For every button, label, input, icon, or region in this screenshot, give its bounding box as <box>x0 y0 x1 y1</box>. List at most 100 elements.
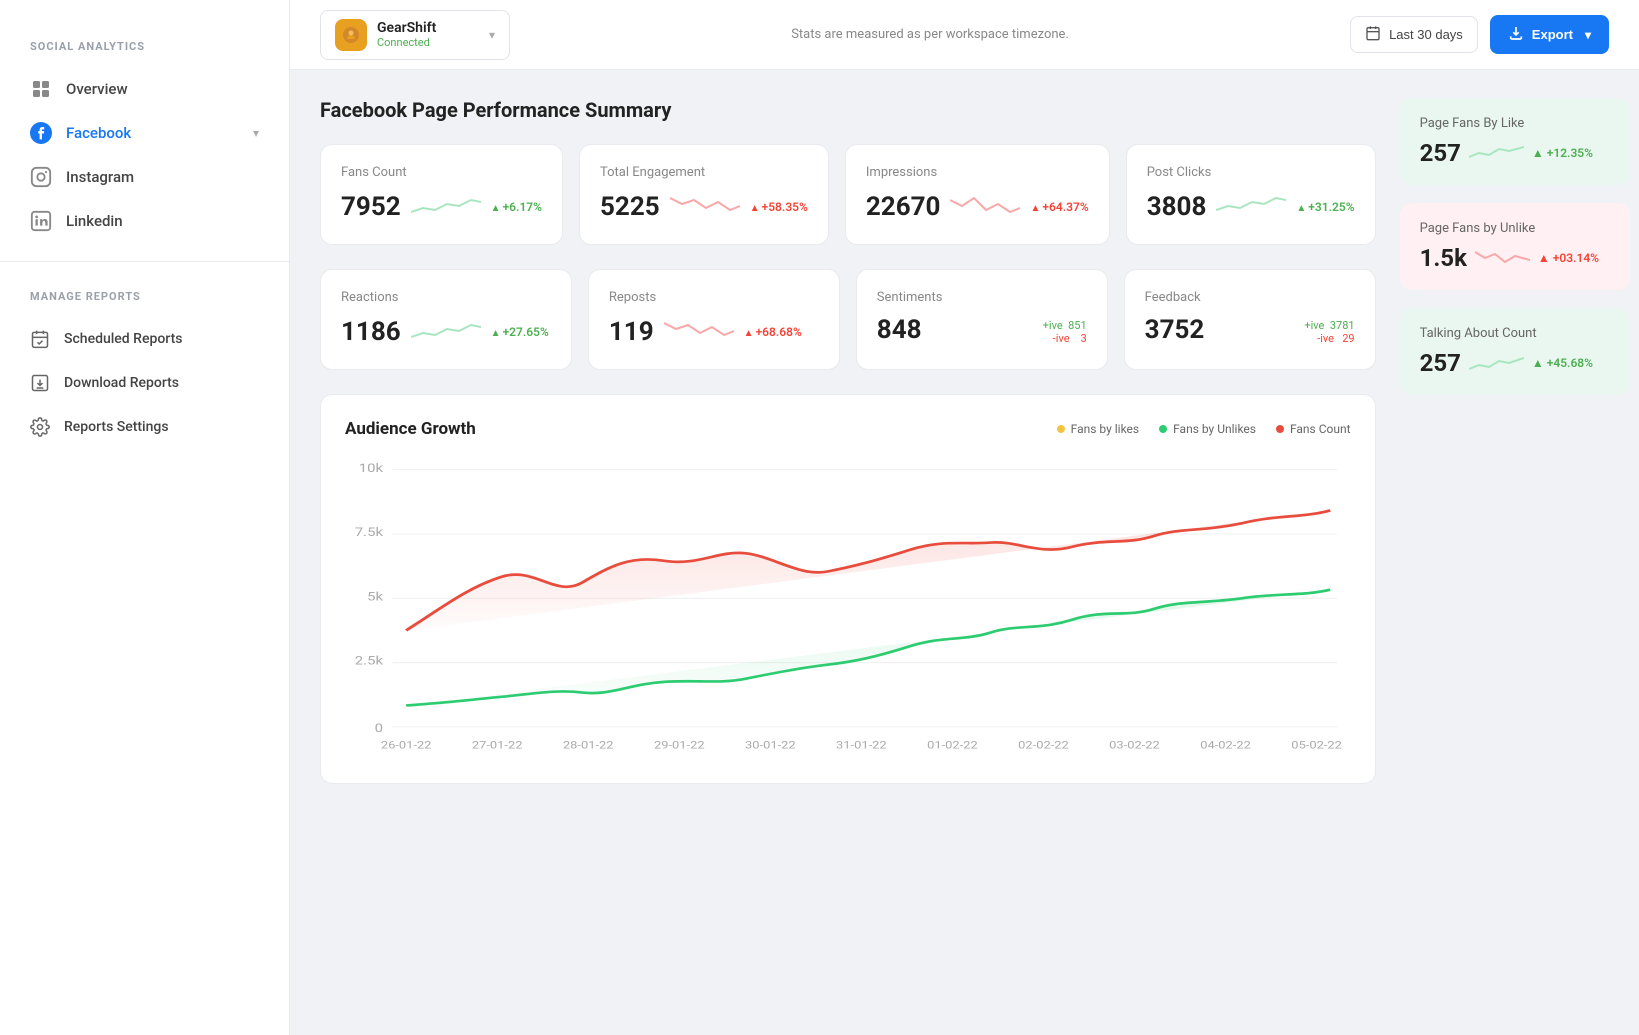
reposts-sparkline <box>664 315 734 349</box>
feedback-extra: +ive 3781 -ive 29 <box>1304 319 1354 345</box>
side-metric-card-page-fans-by-unlike: Page Fans by Unlike 1.5k ▲ +03.14% <box>1400 203 1630 290</box>
legend-fans-by-likes: Fans by likes <box>1057 422 1139 436</box>
post-clicks-change: ▲+31.25% <box>1296 200 1354 214</box>
sidebar-item-download-reports[interactable]: Download Reports <box>0 361 289 405</box>
total-engagement-value: 5225 <box>600 192 660 222</box>
feedback-label: Feedback <box>1145 290 1355 305</box>
workspace-selector[interactable]: GearShift Connected ▾ <box>320 10 510 60</box>
reactions-row: 1186 ▲+27.65% <box>341 315 551 349</box>
legend-fans-count-label: Fans Count <box>1290 422 1351 436</box>
page-fans-by-unlike-value: 1.5k <box>1420 244 1467 272</box>
talking-about-count-sparkline <box>1469 349 1524 377</box>
header: GearShift Connected ▾ Stats are measured… <box>290 0 1639 70</box>
download-reports-icon <box>30 373 50 393</box>
reactions-value: 1186 <box>341 317 401 347</box>
total-engagement-row: 5225 ▲+58.35% <box>600 190 808 224</box>
svg-text:29-01-22: 29-01-22 <box>654 739 705 751</box>
workspace-name: GearShift <box>377 20 479 36</box>
chart-svg: 10k 7.5k 5k 2.5k 0 <box>345 459 1351 759</box>
metric-card-feedback: Feedback 3752 +ive 3781 -ive 29 <box>1124 269 1376 370</box>
grid-icon <box>30 78 52 100</box>
date-range-button[interactable]: Last 30 days <box>1350 16 1478 53</box>
page-fans-by-like-label: Page Fans By Like <box>1420 116 1610 131</box>
sidebar-item-overview[interactable]: Overview <box>0 67 289 111</box>
sidebar-item-reports-settings[interactable]: Reports Settings <box>0 405 289 449</box>
fans-count-sparkline <box>411 190 481 224</box>
sidebar-manage-label: MANAGE REPORTS <box>0 290 289 303</box>
impressions-label: Impressions <box>866 165 1089 180</box>
sidebar-social-analytics-label: SOCIAL ANALYTICS <box>0 40 289 53</box>
metric-card-total-engagement: Total Engagement 5225 ▲+58.35% <box>579 144 829 245</box>
metric-card-impressions: Impressions 22670 ▲+64.37% <box>845 144 1110 245</box>
sidebar-divider <box>0 261 289 262</box>
svg-text:0: 0 <box>375 723 383 736</box>
feedback-value: 3752 <box>1145 315 1205 345</box>
page-fans-by-like-change: ▲ +12.35% <box>1532 146 1593 160</box>
scheduled-reports-icon <box>30 329 50 349</box>
workspace-avatar <box>335 19 367 51</box>
download-reports-label: Download Reports <box>64 375 179 391</box>
legend-fans-by-unlikes: Fans by Unlikes <box>1159 422 1256 436</box>
export-label: Export <box>1532 27 1573 42</box>
scheduled-reports-label: Scheduled Reports <box>64 331 182 347</box>
content-sidebar: Page Fans By Like 257 ▲ +12.35% Page Fan… <box>1400 98 1630 1007</box>
sentiments-extra: +ive 851 -ive 3 <box>1043 319 1087 345</box>
header-actions: Last 30 days Export ▾ <box>1350 15 1609 54</box>
fans-count-value: 7952 <box>341 192 401 222</box>
reposts-label: Reposts <box>609 290 819 305</box>
metrics-grid-1: Fans Count 7952 ▲+6.17% <box>320 144 1376 245</box>
legend-fans-count-dot <box>1276 425 1284 433</box>
workspace-status: Connected <box>377 36 479 49</box>
impressions-sparkline <box>950 190 1020 224</box>
svg-text:2.5k: 2.5k <box>355 655 383 668</box>
fans-count-label: Fans Count <box>341 165 542 180</box>
legend-fans-count: Fans Count <box>1276 422 1351 436</box>
facebook-icon <box>30 122 52 144</box>
metric-card-post-clicks: Post Clicks 3808 ▲+31.25% <box>1126 144 1376 245</box>
svg-text:28-01-22: 28-01-22 <box>563 739 614 751</box>
date-range-label: Last 30 days <box>1389 27 1463 42</box>
content-area: Facebook Page Performance Summary Fans C… <box>290 70 1639 1035</box>
chart-title: Audience Growth <box>345 419 476 439</box>
legend-fans-unlikes-dot <box>1159 425 1167 433</box>
page-fans-by-like-row: 257 ▲ +12.35% <box>1420 139 1610 167</box>
talking-about-count-change: ▲ +45.68% <box>1532 356 1593 370</box>
svg-text:04-02-22: 04-02-22 <box>1200 739 1251 751</box>
svg-text:31-01-22: 31-01-22 <box>836 739 887 751</box>
metric-card-reposts: Reposts 119 ▲+68.68% <box>588 269 840 370</box>
legend-fans-unlikes-label: Fans by Unlikes <box>1173 422 1256 436</box>
svg-text:7.5k: 7.5k <box>355 527 383 540</box>
feedback-row: 3752 +ive 3781 -ive 29 <box>1145 315 1355 345</box>
workspace-info: GearShift Connected <box>377 20 479 49</box>
export-button[interactable]: Export ▾ <box>1490 15 1609 54</box>
facebook-chevron-icon: ▾ <box>253 126 259 140</box>
sidebar-linkedin-label: Linkedin <box>66 212 123 230</box>
sidebar-item-facebook[interactable]: Facebook ▾ <box>0 111 289 155</box>
sidebar-item-instagram[interactable]: Instagram <box>0 155 289 199</box>
talking-about-count-row: 257 ▲ +45.68% <box>1420 349 1610 377</box>
sidebar-facebook-label: Facebook <box>66 124 131 142</box>
metric-card-sentiments: Sentiments 848 +ive 851 -ive 3 <box>856 269 1108 370</box>
workspace-chevron-icon: ▾ <box>489 28 495 42</box>
reactions-sparkline <box>411 315 481 349</box>
fans-count-change: ▲+6.17% <box>491 200 542 214</box>
side-metric-card-talking-about-count: Talking About Count 257 ▲ +45.68% <box>1400 308 1630 395</box>
sentiments-value: 848 <box>877 315 922 345</box>
svg-text:10k: 10k <box>359 462 384 475</box>
fans-count-row: 7952 ▲+6.17% <box>341 190 542 224</box>
legend-fans-likes-label: Fans by likes <box>1071 422 1139 436</box>
svg-text:02-02-22: 02-02-22 <box>1018 739 1069 751</box>
sidebar-item-scheduled-reports[interactable]: Scheduled Reports <box>0 317 289 361</box>
svg-text:26-01-22: 26-01-22 <box>381 739 432 751</box>
header-timezone-text: Stats are measured as per workspace time… <box>530 27 1330 42</box>
chart-header: Audience Growth Fans by likes Fans by Un… <box>345 419 1351 439</box>
page-fans-by-like-sparkline <box>1469 139 1524 167</box>
side-metric-card-page-fans-by-like: Page Fans By Like 257 ▲ +12.35% <box>1400 98 1630 185</box>
page-fans-by-unlike-change: ▲ +03.14% <box>1538 251 1599 265</box>
instagram-icon <box>30 166 52 188</box>
sidebar-item-linkedin[interactable]: Linkedin <box>0 199 289 243</box>
chart-legend: Fans by likes Fans by Unlikes Fans Count <box>1057 422 1351 436</box>
metrics-grid-2: Reactions 1186 ▲+27.65% <box>320 269 1376 370</box>
total-engagement-change: ▲+58.35% <box>750 200 808 214</box>
svg-text:05-02-22: 05-02-22 <box>1291 739 1342 751</box>
